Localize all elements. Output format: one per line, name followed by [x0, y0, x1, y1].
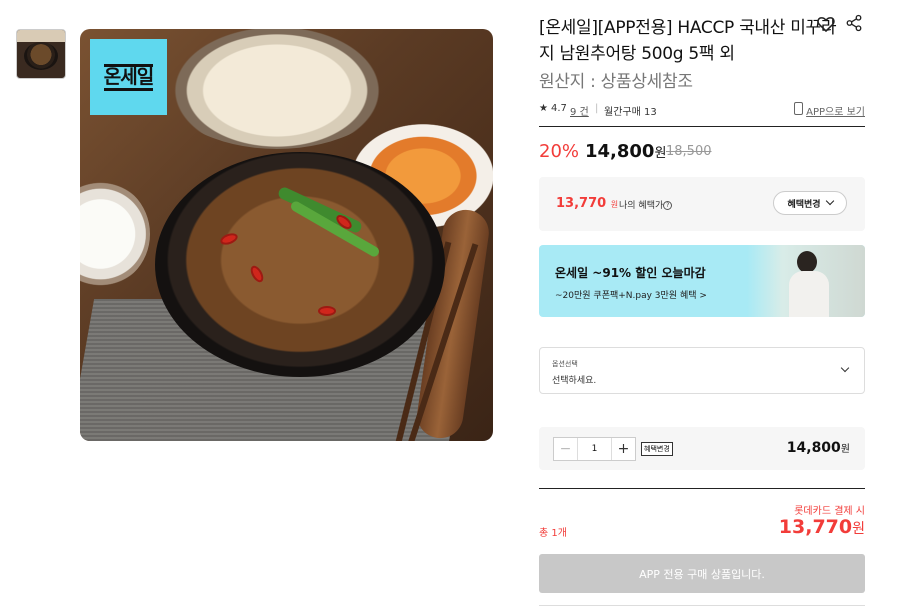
sale-price-value: 14,800: [585, 141, 655, 162]
benefit-label-text: 나의 혜택가: [619, 201, 664, 211]
quantity-box: − 1 + 혜택변경 14,800원: [539, 427, 865, 470]
app-view-link[interactable]: APP으로 보기: [806, 103, 865, 118]
noodle-plate: [162, 29, 392, 149]
decrease-quantity-button[interactable]: −: [554, 438, 578, 460]
benefit-price-unit: 원: [610, 200, 619, 209]
onsale-badge-text: 온세일: [103, 63, 154, 91]
option-value: 선택하세요.: [552, 376, 597, 386]
sale-price: 14,800원: [585, 141, 666, 162]
banner-model-photo: [747, 245, 865, 317]
total-price-value: 13,770: [778, 516, 853, 538]
thumbnail-noodles: [17, 30, 65, 42]
option-select[interactable]: 옵션선택 선택하세요.: [539, 347, 865, 394]
line-price-value: 14,800: [786, 440, 841, 456]
option-label: 옵션선택: [552, 360, 578, 368]
benefit-price: 13,770 원: [556, 196, 618, 211]
rice-bowl: [80, 179, 150, 289]
quantity-stepper: − 1 +: [553, 437, 636, 461]
onsale-badge: 온세일: [90, 39, 167, 115]
banner-subtitle: ~20만원 쿠폰팩+N.pay 3만원 혜택 >: [555, 291, 707, 301]
chevron-down-icon: [825, 196, 834, 206]
product-main-image: 온세일: [80, 29, 493, 441]
rating-row: ★ 4.7 9 건 | 월간구매 13 APP으로 보기: [539, 102, 865, 118]
model-head: [797, 251, 817, 273]
line-price: 14,800원: [787, 440, 850, 456]
benefit-price-value: 13,770: [556, 196, 607, 211]
rating-separator: |: [595, 103, 599, 114]
won-unit: 원: [654, 146, 667, 161]
chevron-down-icon: [840, 363, 850, 373]
total-count: 총 1개: [539, 528, 567, 539]
divider: [539, 488, 865, 489]
product-thumbnail[interactable]: [16, 29, 66, 79]
monthly-purchases: 월간구매 13: [604, 107, 657, 118]
rating-score: 4.7: [551, 103, 567, 114]
won-unit: 원: [840, 444, 850, 455]
buy-button[interactable]: APP 전용 구매 상품입니다.: [539, 554, 865, 593]
benefit-label: 나의 혜택가?: [619, 198, 673, 211]
total-price: 13,770원: [779, 516, 865, 538]
star-icon: ★: [539, 103, 548, 114]
discount-rate: 20%: [539, 141, 580, 162]
benefit-box: 13,770 원 나의 혜택가? 혜택변경: [539, 177, 865, 231]
soup-bowl: [155, 152, 445, 377]
promo-banner[interactable]: 온세일 ~91% 할인 오늘마감 ~20만원 쿠폰팩+N.pay 3만원 혜택 …: [539, 245, 865, 317]
increase-quantity-button[interactable]: +: [611, 438, 635, 460]
change-benefit-label: 혜택변경: [787, 199, 821, 210]
banner-title: 온세일 ~91% 할인 오늘마감: [555, 266, 706, 280]
divider: [539, 605, 865, 606]
quantity-value[interactable]: 1: [578, 438, 611, 460]
card-payment-label: 롯데카드 결제 시: [794, 506, 865, 517]
phone-icon: [794, 102, 803, 115]
heart-icon[interactable]: [816, 14, 836, 34]
info-icon[interactable]: ?: [663, 201, 673, 210]
product-origin: 원산지 : 상품상세참조: [539, 72, 693, 92]
thumbnail-bowl: [24, 42, 58, 70]
quantity-benefit-tag[interactable]: 혜택변경: [641, 442, 673, 456]
share-icon[interactable]: [845, 14, 863, 32]
won-unit: 원: [852, 521, 865, 537]
model-body: [789, 271, 829, 317]
red-pepper: [318, 306, 336, 316]
product-title: [온세일][APP전용] HACCP 국내산 미꾸라지 남원추어탕 500g 5…: [539, 18, 837, 64]
original-price: 18,500: [666, 144, 712, 159]
review-count-link[interactable]: 9 건: [570, 103, 589, 118]
change-benefit-button[interactable]: 혜택변경: [773, 191, 847, 215]
divider: [539, 126, 865, 127]
